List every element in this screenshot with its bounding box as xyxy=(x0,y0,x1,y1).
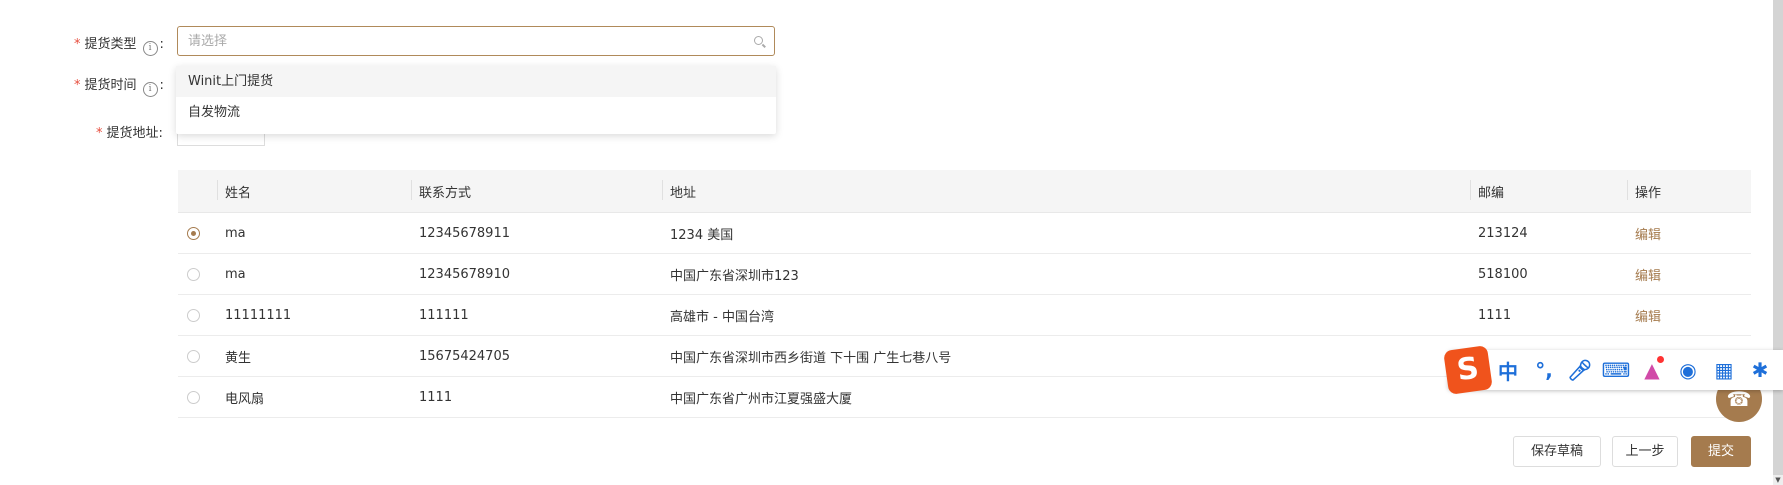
row-radio[interactable] xyxy=(187,308,200,322)
row-radio[interactable] xyxy=(187,226,200,240)
pickup-time-label-row: * 提货时间 i: xyxy=(74,74,164,97)
header-action: 操作 xyxy=(1627,170,1751,213)
submit-button[interactable]: 提交 xyxy=(1691,436,1751,467)
colon: : xyxy=(159,37,164,52)
header-zip: 邮编 xyxy=(1470,170,1627,213)
cell-zip: 518100 xyxy=(1470,253,1627,295)
cell-zip: 1111 xyxy=(1470,294,1627,336)
vertical-scrollbar[interactable]: ▼ xyxy=(1773,0,1783,485)
row-radio[interactable] xyxy=(187,349,200,363)
table-row[interactable]: ma 12345678911 1234 美国 213124 编辑 xyxy=(178,212,1751,254)
prev-step-button[interactable]: 上一步 xyxy=(1612,436,1678,467)
table-header-row: 姓名 联系方式 地址 邮编 操作 xyxy=(178,170,1751,213)
cell-contact: 12345678911 xyxy=(411,212,662,254)
pickup-type-label-row: * 提货类型 i: xyxy=(74,33,164,56)
colon: : xyxy=(158,126,163,141)
settings-icon[interactable]: ✱ xyxy=(1742,358,1778,382)
dropdown-option-winit-pickup[interactable]: Winit上门提货 xyxy=(176,66,776,97)
search-icon xyxy=(754,36,763,45)
sogou-logo-icon[interactable]: S xyxy=(1443,345,1493,395)
apps-icon[interactable]: ▦ xyxy=(1706,358,1742,382)
ime-toolbar: S 中 °, 🎤︎ ⌨ ▲ ◉ ▦ ✱ xyxy=(1443,345,1783,395)
pickup-type-select[interactable] xyxy=(177,26,775,56)
ime-punct-toggle[interactable]: °, xyxy=(1526,358,1562,382)
save-draft-button[interactable]: 保存草稿 xyxy=(1513,436,1601,467)
cell-contact: 12345678910 xyxy=(411,253,662,295)
pickup-address-label-row: * 提货地址: xyxy=(96,122,163,141)
cell-name: 黄生 xyxy=(217,335,411,377)
pickup-type-input[interactable] xyxy=(178,27,758,55)
cell-name: 11111111 xyxy=(217,294,411,336)
header-select xyxy=(178,170,217,213)
cell-address: 高雄市 - 中国台湾 xyxy=(662,294,1470,336)
colon: : xyxy=(159,78,164,93)
header-address: 地址 xyxy=(662,170,1470,213)
cell-address: 中国广东省深圳市123 xyxy=(662,253,1470,295)
cell-name: ma xyxy=(217,253,411,295)
required-mark: * xyxy=(96,126,103,141)
pickup-type-label: 提货类型 xyxy=(84,37,137,52)
table-row[interactable]: 11111111 111111 高雄市 - 中国台湾 1111 编辑 xyxy=(178,294,1751,336)
cell-name: 电风扇 xyxy=(217,376,411,418)
cell-address: 中国广东省广州市江夏强盛大厦 xyxy=(662,376,1470,418)
row-radio[interactable] xyxy=(187,390,200,404)
edit-link[interactable]: 编辑 xyxy=(1635,269,1661,284)
edit-link[interactable]: 编辑 xyxy=(1635,310,1661,325)
dropdown-option-self-logistics[interactable]: 自发物流 xyxy=(176,97,776,128)
cell-address: 中国广东省深圳市西乡街道 下十围 广生七巷八号 xyxy=(662,335,1470,377)
gamepad-icon[interactable]: ◉ xyxy=(1670,358,1706,382)
keyboard-icon[interactable]: ⌨ xyxy=(1598,358,1634,382)
required-mark: * xyxy=(74,78,81,93)
cell-zip: 213124 xyxy=(1470,212,1627,254)
notification-dot xyxy=(1657,356,1664,363)
cell-address: 1234 美国 xyxy=(662,212,1470,254)
cell-name: ma xyxy=(217,212,411,254)
header-name: 姓名 xyxy=(217,170,411,213)
info-icon[interactable]: i xyxy=(142,41,158,56)
info-icon[interactable]: i xyxy=(142,82,158,97)
row-radio[interactable] xyxy=(187,267,200,281)
cell-contact: 111111 xyxy=(411,294,662,336)
pickup-time-label: 提货时间 xyxy=(84,78,137,93)
pickup-address-label: 提货地址 xyxy=(106,126,159,141)
cell-contact: 1111 xyxy=(411,376,662,418)
required-mark: * xyxy=(74,37,81,52)
ime-mode-toggle[interactable]: 中 xyxy=(1490,356,1526,385)
cell-contact: 15675424705 xyxy=(411,335,662,377)
shirt-icon[interactable]: ▲ xyxy=(1634,356,1670,382)
scroll-down-icon[interactable]: ▼ xyxy=(1773,475,1783,485)
table-row[interactable]: ma 12345678910 中国广东省深圳市123 518100 编辑 xyxy=(178,253,1751,295)
mic-icon[interactable]: 🎤︎ xyxy=(1562,358,1598,382)
edit-link[interactable]: 编辑 xyxy=(1635,228,1661,243)
header-contact: 联系方式 xyxy=(411,170,662,213)
pickup-type-dropdown: Winit上门提货 自发物流 xyxy=(176,66,776,134)
